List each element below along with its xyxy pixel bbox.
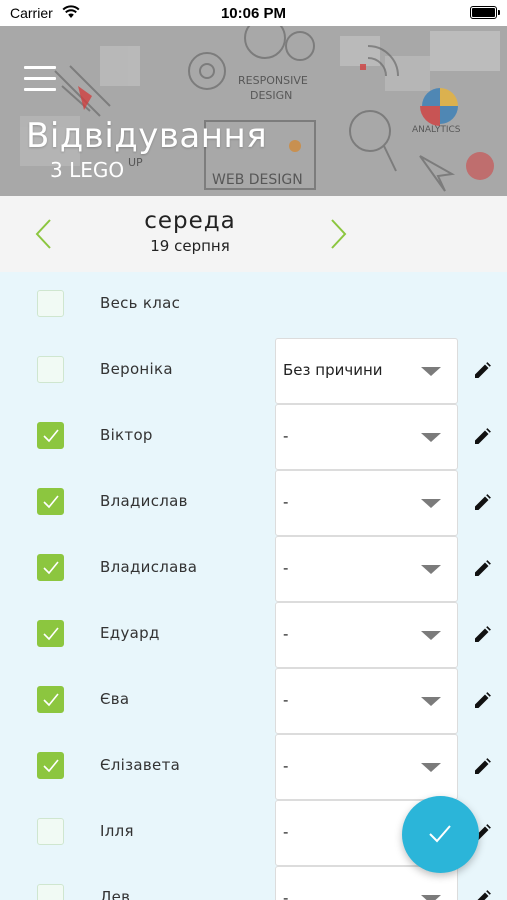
absence-reason-value: - (283, 823, 289, 841)
pencil-icon[interactable] (472, 559, 492, 579)
student-name: Ілля (100, 822, 134, 840)
absence-reason-value: Без причини (283, 361, 383, 379)
absence-reason-dropdown[interactable]: - (275, 668, 458, 734)
chevron-left-icon[interactable] (32, 216, 56, 252)
dropdown-caret-icon (421, 763, 441, 772)
absence-reason-dropdown[interactable]: - (275, 404, 458, 470)
bg-word-design: DESIGN (250, 89, 292, 102)
absence-reason-value: - (283, 625, 289, 643)
chevron-right-icon[interactable] (326, 216, 350, 252)
absence-reason-value: - (283, 559, 289, 577)
checkmark-icon (43, 759, 59, 773)
pencil-icon[interactable] (472, 427, 492, 447)
dropdown-caret-icon (421, 631, 441, 640)
absence-reason-dropdown[interactable]: - (275, 536, 458, 602)
student-row: Владислава - (0, 536, 507, 602)
student-name: Віктор (100, 426, 153, 444)
student-name: Владислав (100, 492, 188, 510)
absence-reason-value: - (283, 427, 289, 445)
student-name: Єва (100, 690, 130, 708)
all-class-row: Весь клас (0, 272, 507, 338)
dropdown-caret-icon (421, 565, 441, 574)
bg-word-up: UP (128, 156, 143, 169)
student-name: Едуард (100, 624, 160, 642)
pencil-icon[interactable] (472, 691, 492, 711)
pencil-icon[interactable] (472, 757, 492, 777)
student-checkbox[interactable] (37, 356, 64, 383)
student-checkbox[interactable] (37, 554, 64, 581)
status-time: 10:06 PM (220, 5, 287, 22)
student-checkbox[interactable] (37, 488, 64, 515)
student-name: Владислава (100, 558, 198, 576)
weekday-label: середа (144, 208, 236, 234)
dropdown-caret-icon (421, 433, 441, 442)
pencil-icon[interactable] (472, 625, 492, 645)
student-checkbox[interactable] (37, 752, 64, 779)
absence-reason-value: - (283, 757, 289, 775)
absence-reason-dropdown[interactable]: Без причини (275, 338, 458, 404)
absence-reason-dropdown[interactable]: - (275, 470, 458, 536)
all-class-checkbox[interactable] (37, 290, 64, 317)
absence-reason-dropdown[interactable]: - (275, 602, 458, 668)
date-navigator: середа 19 серпня (0, 196, 507, 272)
date-label: 19 серпня (150, 237, 230, 255)
student-name: Єлізавета (100, 756, 181, 774)
student-checkbox[interactable] (37, 686, 64, 713)
pencil-icon[interactable] (472, 889, 492, 900)
student-checkbox[interactable] (37, 422, 64, 449)
student-row: Віктор - (0, 404, 507, 470)
dropdown-caret-icon (421, 895, 441, 900)
absence-reason-value: - (283, 691, 289, 709)
absence-reason-value: - (283, 493, 289, 511)
student-row: Едуард - (0, 602, 507, 668)
all-class-label: Весь клас (100, 294, 181, 312)
checkmark-icon (43, 495, 59, 509)
student-checkbox[interactable] (37, 620, 64, 647)
save-attendance-button[interactable] (402, 796, 479, 873)
pencil-icon[interactable] (472, 493, 492, 513)
pencil-icon[interactable] (472, 361, 492, 381)
student-row: Єва - (0, 668, 507, 734)
status-bar: Carrier 10:06 PM (0, 0, 507, 26)
checkmark-icon (43, 561, 59, 575)
student-name: Вероніка (100, 360, 173, 378)
student-name: Лев (100, 888, 131, 900)
dropdown-caret-icon (421, 499, 441, 508)
class-name: 3 LEGO (50, 158, 125, 182)
absence-reason-dropdown[interactable]: - (275, 734, 458, 800)
checkmark-icon (43, 429, 59, 443)
checkmark-icon (429, 825, 451, 843)
absence-reason-value: - (283, 889, 289, 900)
student-checkbox[interactable] (37, 884, 64, 900)
dropdown-caret-icon (421, 367, 441, 376)
checkmark-icon (43, 693, 59, 707)
bg-word-analytics: ANALYTICS (412, 125, 461, 135)
dropdown-caret-icon (421, 697, 441, 706)
student-row: Владислав - (0, 470, 507, 536)
student-checkbox[interactable] (37, 818, 64, 845)
battery-icon (470, 6, 500, 19)
student-row: Єлізавета - (0, 734, 507, 800)
bg-word-web-design: WEB DESIGN (212, 172, 303, 188)
student-row: Вероніка Без причини (0, 338, 507, 404)
hamburger-icon[interactable] (24, 66, 56, 92)
header-banner: RESPONSIVE DESIGN ANALYTICS WEB DESIGN U… (0, 26, 507, 196)
page-title: Відвідування (26, 116, 268, 156)
checkmark-icon (43, 627, 59, 641)
bg-word-responsive: RESPONSIVE (238, 74, 308, 87)
